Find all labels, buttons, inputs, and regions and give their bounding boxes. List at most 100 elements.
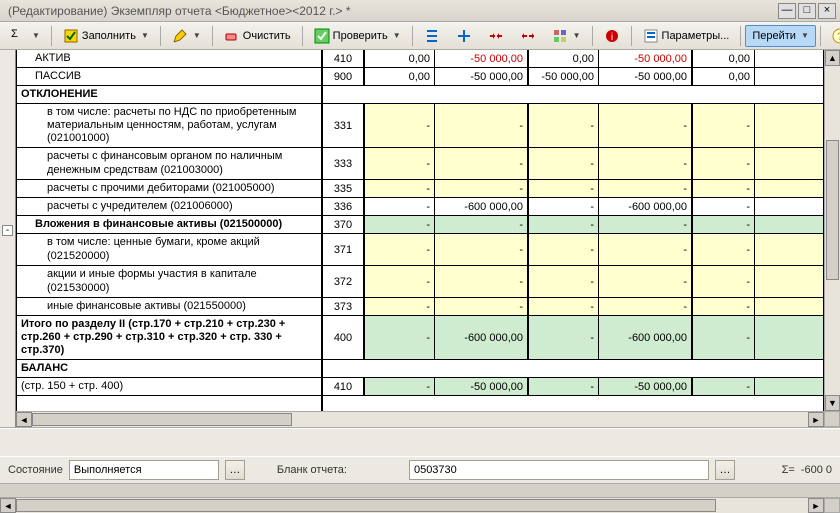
grid-cell[interactable]: - [365,234,435,266]
grid-cell[interactable] [755,234,824,266]
grid-cell[interactable]: - [693,104,755,148]
grid-cell[interactable]: АКТИВ [16,50,323,68]
grid-cell[interactable] [755,198,824,216]
grid-cell[interactable] [755,216,824,234]
grid-cell[interactable]: - [365,216,435,234]
grid-cell[interactable]: - [599,180,693,198]
state-picker-button[interactable]: … [225,460,245,480]
grid-cell[interactable]: в том числе: расчеты по НДС по приобрете… [16,104,323,148]
grid-cell[interactable]: - [529,180,599,198]
grid-horizontal-scrollbar[interactable]: ◄ ► [16,411,824,427]
grid-cell[interactable]: - [365,316,435,360]
scroll-left-button[interactable]: ◄ [16,412,32,427]
grid-cell[interactable]: - [365,180,435,198]
grid-cell[interactable]: - [693,234,755,266]
grid-cell[interactable]: - [435,234,529,266]
grid-cell[interactable]: - [599,298,693,316]
outer-scroll-left[interactable]: ◄ [0,498,16,513]
grid-cell[interactable]: - [529,198,599,216]
grid-cell[interactable]: - [365,148,435,180]
grid-cell[interactable]: -600 000,00 [435,316,529,360]
grid-cell[interactable] [755,148,824,180]
grid-cell[interactable]: 0,00 [365,50,435,68]
grid-cell[interactable]: - [435,104,529,148]
state-input[interactable] [69,460,219,480]
grid-cell[interactable] [755,298,824,316]
grid-cell[interactable]: - [599,104,693,148]
grid-cell[interactable] [755,50,824,68]
grid-cell[interactable]: - [529,378,599,396]
close-button[interactable]: × [818,3,836,19]
grid-cell[interactable]: расчеты с учредителем (021006000) [16,198,323,216]
grid-cell[interactable]: - [693,298,755,316]
grid-cell[interactable]: - [529,148,599,180]
grid-cell[interactable]: 336 [323,198,365,216]
outer-scroll-right[interactable]: ► [808,498,824,513]
grid-cell[interactable]: 0,00 [693,68,755,86]
grid-cell[interactable]: - [693,180,755,198]
grid-cell[interactable]: - [365,298,435,316]
grid-cell[interactable]: - [529,316,599,360]
form-picker-button[interactable]: … [715,460,735,480]
grid-cell[interactable]: - [529,216,599,234]
scroll-thumb-h[interactable] [32,413,292,426]
grid-cell[interactable]: -600 000,00 [599,198,693,216]
grid-cell[interactable]: - [693,378,755,396]
grid-cell[interactable]: - [693,216,755,234]
grid-cell[interactable]: -50 000,00 [529,68,599,86]
grid-cell[interactable]: - [435,298,529,316]
params-button[interactable]: Параметры... [636,25,737,47]
grid-cell[interactable]: - [365,378,435,396]
grid-cell[interactable]: -600 000,00 [599,316,693,360]
grid-cell[interactable]: - [693,316,755,360]
grid-cell[interactable]: - [599,266,693,298]
tool-icon-3[interactable] [481,25,511,47]
grid-cell[interactable]: - [693,198,755,216]
form-input[interactable] [409,460,709,480]
grid-cell[interactable]: -50 000,00 [435,378,529,396]
grid-cell[interactable]: -50 000,00 [599,50,693,68]
grid-cell[interactable]: - [529,298,599,316]
grid-cell[interactable] [755,316,824,360]
grid-cell[interactable]: 0,00 [365,68,435,86]
check-button[interactable]: Проверить▼ [307,25,408,47]
outer-scroll-thumb-h[interactable] [16,499,716,512]
tool-icon-5[interactable]: ▼ [545,25,588,47]
goto-button[interactable]: Перейти▼ [745,25,816,47]
outline-collapse-button[interactable]: - [2,225,13,236]
grid-cell[interactable]: - [529,104,599,148]
grid-cell[interactable] [755,104,824,148]
grid-cell[interactable]: акции и иные формы участия в капитале (0… [16,266,323,298]
grid-cell[interactable]: - [693,148,755,180]
tool-icon-4[interactable] [513,25,543,47]
grid-cell[interactable]: - [599,148,693,180]
help-button[interactable]: ? [825,25,840,47]
grid-cell[interactable]: - [435,266,529,298]
grid-cell[interactable]: ОТКЛОНЕНИЕ [16,86,323,104]
grid-cell[interactable]: 333 [323,148,365,180]
data-grid[interactable]: АКТИВ4100,00-50 000,000,00-50 000,000,00… [16,50,824,411]
grid-cell[interactable]: - [365,104,435,148]
maximize-button[interactable]: □ [798,3,816,19]
grid-cell[interactable] [755,378,824,396]
grid-cell[interactable]: - [435,148,529,180]
grid-cell[interactable]: 900 [323,68,365,86]
grid-cell[interactable]: -50 000,00 [435,68,529,86]
grid-cell[interactable]: 331 [323,104,365,148]
grid-cell[interactable]: - [693,266,755,298]
grid-cell[interactable]: 373 [323,298,365,316]
grid-cell[interactable] [755,266,824,298]
grid-cell[interactable]: 372 [323,266,365,298]
grid-cell[interactable]: Вложения в финансовые активы (021500000) [16,216,323,234]
grid-cell[interactable]: в том числе: ценные бумаги, кроме акций … [16,234,323,266]
grid-cell[interactable]: 400 [323,316,365,360]
grid-cell[interactable]: - [529,266,599,298]
scroll-down-button[interactable]: ▼ [825,395,840,411]
clear-button[interactable]: Очистить [217,25,298,47]
grid-cell[interactable]: - [529,234,599,266]
tool-icon-6[interactable]: i [597,25,627,47]
grid-cell[interactable]: - [435,216,529,234]
grid-cell[interactable]: 0,00 [529,50,599,68]
grid-cell[interactable]: расчеты с прочими дебиторами (021005000) [16,180,323,198]
grid-vertical-scrollbar[interactable]: ▲ ▼ [824,50,840,411]
